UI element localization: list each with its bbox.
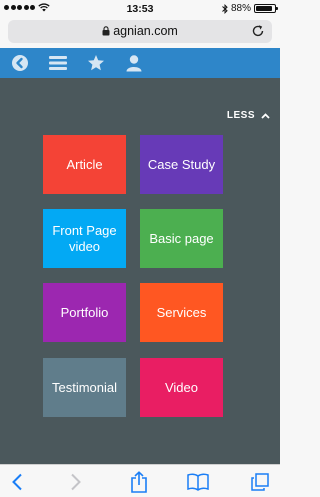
tabs-icon[interactable] [249, 471, 271, 493]
tile-case-study[interactable]: Case Study [140, 135, 223, 194]
less-toggle-button[interactable]: LESS [227, 110, 270, 121]
tile-article[interactable]: Article [43, 135, 126, 194]
share-icon[interactable] [128, 471, 150, 493]
tile-video[interactable]: Video [140, 358, 223, 417]
tile-portfolio[interactable]: Portfolio [43, 283, 126, 342]
forward-icon[interactable] [65, 471, 87, 493]
less-label: LESS [226, 110, 255, 121]
reload-icon[interactable] [251, 24, 265, 38]
chevron-up-icon [261, 112, 270, 119]
tile-testimonial[interactable]: Testimonial [43, 358, 126, 417]
site-nav-bar [0, 48, 280, 78]
battery-icon [254, 4, 278, 13]
bluetooth-icon [222, 3, 228, 14]
address-bar[interactable]: agnian.com [8, 20, 272, 43]
tile-front-page-video[interactable]: Front Page video [43, 209, 126, 268]
bookmarks-icon[interactable] [187, 471, 209, 493]
url-text: agnian.com [113, 24, 178, 38]
battery-percent: 88% [230, 3, 251, 14]
user-icon[interactable] [124, 53, 144, 73]
battery-level-fill [256, 6, 272, 11]
back-circle-icon[interactable] [10, 53, 30, 73]
content-type-panel: LESS Article Case Study Front Page video… [0, 78, 280, 464]
back-icon[interactable] [6, 471, 28, 493]
menu-icon[interactable] [48, 53, 68, 73]
lock-icon [102, 26, 110, 36]
browser-toolbar [0, 464, 280, 497]
star-icon[interactable] [86, 53, 106, 73]
status-bar: 13:53 88% [0, 0, 280, 18]
tile-basic-page[interactable]: Basic page [140, 209, 223, 268]
tile-services[interactable]: Services [140, 283, 223, 342]
